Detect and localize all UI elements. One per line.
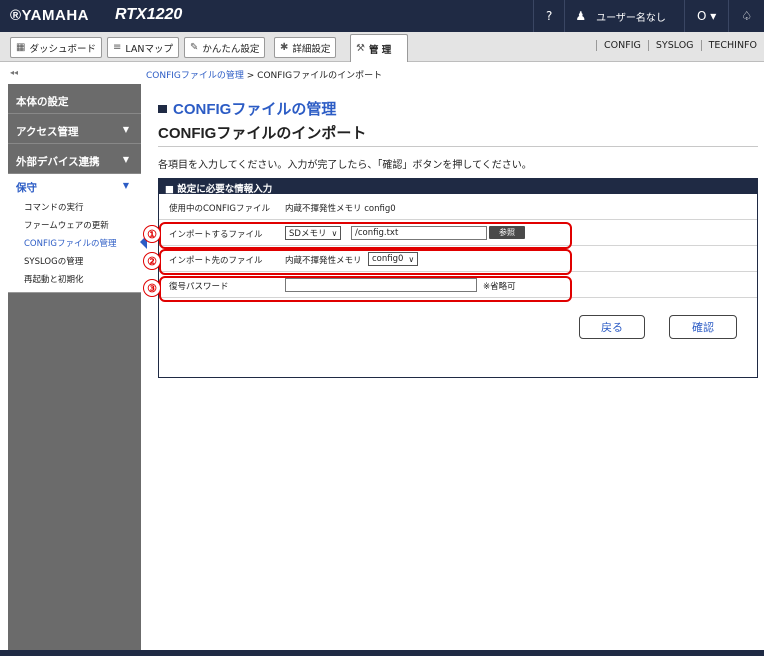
help-icon[interactable]: ? [532,0,564,32]
user-icon: ♟ [575,9,587,23]
top-bar: ®YAMAHA RTX1220 ? ♟ ユーザー名なし O ▾ ♤ [0,0,764,32]
marker-3: ③ [143,279,161,297]
easy-setup-label: かんたん設定 [202,43,260,55]
section-title-text: CONFIGファイルの管理 [173,101,337,118]
dashboard-button[interactable]: ▦ ダッシュボード [10,37,102,58]
quick-link-syslog[interactable]: SYSLOG [647,40,701,51]
quick-links: CONFIG SYSLOG TECHINFO [596,40,764,51]
chevron-down-icon: ▼ [122,181,129,190]
sidebar-collapse-icon[interactable]: ◂◂ [10,68,18,77]
highlight-box-3 [159,276,572,302]
sidebar-group-label: 本体の設定 [16,96,69,108]
chevron-down-icon: ▼ [122,125,129,134]
breadcrumb-current: CONFIGファイルのインポート [257,71,383,81]
sidebar-item-syslog[interactable]: SYSLOGの管理 [8,252,141,270]
sidebar: 本体の設定 アクセス管理 ▼ 外部デバイス連携 ▼ 保守 ▼ コマンドの実行 フ… [8,84,147,650]
sidebar-group-maintenance[interactable]: 保守 ▼ [8,174,141,198]
quick-link-config[interactable]: CONFIG [596,40,648,51]
quick-link-techinfo[interactable]: TECHINFO [700,40,764,51]
sidebar-item-command[interactable]: コマンドの実行 [8,198,141,216]
user-menu[interactable]: ♟ ユーザー名なし [564,0,684,32]
user-label: ユーザー名なし [596,12,666,24]
divider [158,146,758,147]
highlight-box-2 [159,249,572,275]
section-title: CONFIGファイルの管理 [158,98,336,119]
current-config-label: 使用中のCONFIGファイル [169,204,270,214]
marker-2: ② [143,252,161,270]
breadcrumb-row: ◂◂ CONFIGファイルの管理 > CONFIGファイルのインポート [0,62,764,84]
footer-bar [0,650,764,656]
dashboard-label: ダッシュボード [29,43,96,55]
marker-1: ① [143,225,161,243]
menu-bar: ▦ ダッシュボード ≡ LANマップ ✎ かんたん設定 ✱ 詳細設定 ⚒ 管 理… [0,32,764,62]
highlight-box-1 [159,222,572,249]
sidebar-group-label: 保守 [16,182,37,194]
status-dropdown[interactable]: O ▾ [683,0,728,32]
model-name: RTX1220 [115,6,183,23]
sidebar-group-external-devices[interactable]: 外部デバイス連携 ▼ [8,144,141,174]
sidebar-item-config[interactable]: CONFIGファイルの管理 [8,234,147,252]
lanmap-button[interactable]: ≡ LANマップ [107,37,180,58]
breadcrumb-parent-link[interactable]: CONFIGファイルの管理 [146,71,244,81]
advanced-label: 詳細設定 [292,43,331,55]
breadcrumb: CONFIGファイルの管理 > CONFIGファイルのインポート [146,68,382,81]
yamaha-logo: ®YAMAHA [10,7,90,24]
panel-header: ■ 設定に必要な情報入力 [159,179,757,195]
sidebar-item-firmware[interactable]: ファームウェアの更新 [8,216,141,234]
dashboard-icon: ▦ [16,42,26,53]
back-button[interactable]: 戻る [579,315,645,339]
sidebar-submenu: コマンドの実行 ファームウェアの更新 CONFIGファイルの管理 SYSLOGの… [8,198,147,293]
advanced-button[interactable]: ✱ 詳細設定 [274,37,337,58]
breadcrumb-separator: > [243,71,258,81]
current-config-value: 内蔵不揮発性メモリ config0 [285,204,396,214]
confirm-button[interactable]: 確認 [669,315,737,339]
sidebar-group-device-settings[interactable]: 本体の設定 [8,84,141,114]
wrench-icon: ⚒ [356,43,365,54]
bell-icon[interactable]: ♤ [728,0,764,32]
management-tab[interactable]: ⚒ 管 理 [350,34,408,62]
sidebar-item-reboot[interactable]: 再起動と初期化 [8,270,141,288]
easy-setup-button[interactable]: ✎ かんたん設定 [184,37,266,58]
sidebar-group-label: アクセス管理 [16,126,79,138]
sidebar-group-label: 外部デバイス連携 [16,156,100,168]
management-label: 管 理 [368,44,392,56]
sidebar-group-access[interactable]: アクセス管理 ▼ [8,114,141,144]
chevron-down-icon: ▼ [122,155,129,164]
easy-setup-icon: ✎ [190,42,199,53]
section-icon [158,105,167,113]
gear-icon: ✱ [280,42,289,53]
row-current-config: 使用中のCONFIGファイル 内蔵不揮発性メモリ config0 [159,194,757,220]
page-title: CONFIGファイルのインポート [158,125,367,142]
top-bar-right: ? ♟ ユーザー名なし O ▾ ♤ [532,0,764,32]
lanmap-label: LANマップ [125,43,174,55]
page-description: 各項目を入力してください。入力が完了したら、「確認」ボタンを押してください。 [158,160,532,171]
lanmap-icon: ≡ [113,42,122,53]
